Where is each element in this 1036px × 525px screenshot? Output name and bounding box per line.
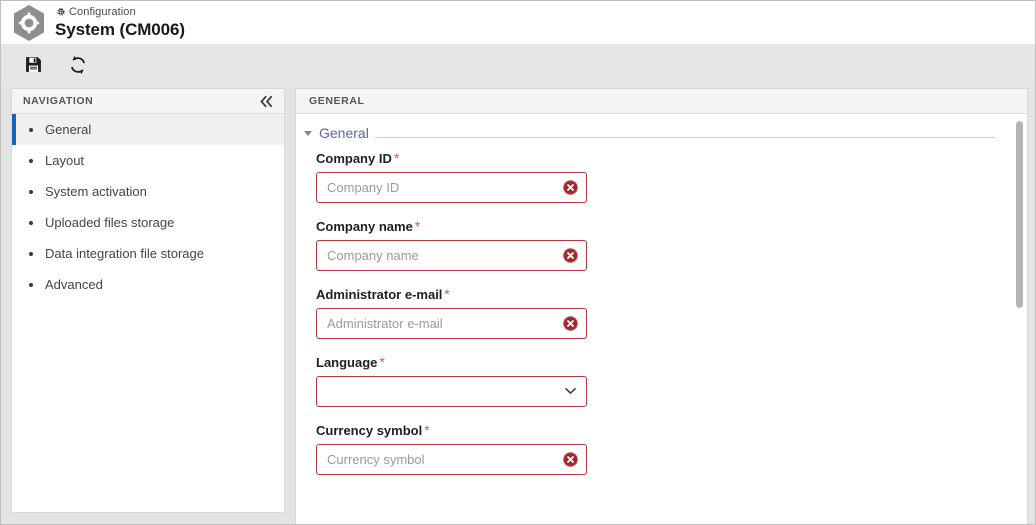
sidebar-item-label: Layout bbox=[45, 153, 85, 168]
breadcrumb-label: Configuration bbox=[69, 6, 136, 18]
gear-icon bbox=[55, 7, 66, 18]
field-control-currency-symbol bbox=[316, 444, 587, 475]
sidebar-item-advanced[interactable]: Advanced bbox=[12, 269, 284, 300]
error-circle-x-icon[interactable] bbox=[563, 180, 578, 195]
administrator-email-input[interactable] bbox=[316, 308, 587, 339]
field-group-language: Language * bbox=[316, 354, 1027, 407]
content-panel: GENERAL General Company ID * Company ID … bbox=[295, 88, 1028, 524]
sidebar-item-data-integration-file-storage[interactable]: Data integration file storage bbox=[12, 238, 284, 269]
navigation-header: NAVIGATION bbox=[12, 89, 284, 114]
sidebar-item-label: Data integration file storage bbox=[45, 246, 204, 261]
field-control-administrator-email bbox=[316, 308, 587, 339]
content-scrollbar-thumb[interactable] bbox=[1016, 121, 1023, 308]
field-control-company-name bbox=[316, 240, 587, 271]
sidebar-item-general[interactable]: General bbox=[12, 114, 284, 145]
bullet-icon bbox=[29, 189, 33, 194]
hexagon-gear-icon bbox=[12, 4, 46, 42]
required-indicator: * bbox=[414, 218, 421, 234]
caret-down-icon[interactable] bbox=[304, 130, 312, 136]
breadcrumb: Configuration bbox=[55, 7, 185, 18]
field-group-currency-symbol: Currency symbol * bbox=[316, 422, 1027, 475]
field-label-language: Language * bbox=[316, 354, 1027, 370]
error-circle-x-icon[interactable] bbox=[563, 452, 578, 467]
navigation-panel: NAVIGATION General Layout System activat… bbox=[11, 88, 285, 513]
required-indicator: * bbox=[379, 354, 385, 370]
section-header-general: General bbox=[296, 114, 995, 141]
general-form: Company ID * Company ID Company name * C… bbox=[296, 141, 1027, 475]
section-divider bbox=[374, 137, 995, 138]
content-header-title: GENERAL bbox=[309, 95, 365, 107]
sidebar-item-label: Uploaded files storage bbox=[45, 215, 175, 230]
company-name-input[interactable] bbox=[316, 240, 587, 271]
content-body: General Company ID * Company ID Company … bbox=[296, 114, 1027, 524]
bullet-icon bbox=[29, 127, 33, 132]
bullet-icon bbox=[29, 251, 33, 256]
title-text-block: Configuration System (CM006) bbox=[55, 7, 185, 39]
sidebar-item-system-activation[interactable]: System activation bbox=[12, 176, 284, 207]
floppy-disk-save-icon bbox=[24, 55, 43, 74]
field-label-text: Currency symbol bbox=[316, 423, 423, 438]
toolbar bbox=[1, 44, 1035, 85]
error-circle-x-icon[interactable] bbox=[563, 248, 578, 263]
company-id-input[interactable] bbox=[316, 172, 587, 203]
field-label-text: Company name bbox=[316, 219, 413, 234]
bullet-icon bbox=[29, 158, 33, 163]
refresh-sync-icon bbox=[67, 54, 89, 76]
field-label-text: Language bbox=[316, 355, 378, 370]
field-group-company-name: Company name * bbox=[316, 218, 1027, 271]
field-label-company-id: Company ID * bbox=[316, 150, 1027, 166]
field-group-administrator-email: Administrator e-mail * bbox=[316, 286, 1027, 339]
page-title: System (CM006) bbox=[55, 20, 185, 39]
navigation-header-title: NAVIGATION bbox=[23, 95, 94, 107]
currency-symbol-input[interactable] bbox=[316, 444, 587, 475]
field-label-text: Company ID bbox=[316, 151, 392, 166]
field-group-company-id: Company ID * bbox=[316, 150, 1027, 203]
save-button[interactable] bbox=[17, 50, 49, 80]
field-label-currency-symbol: Currency symbol * bbox=[316, 422, 1027, 438]
field-label-text: Administrator e-mail bbox=[316, 287, 443, 302]
sidebar-item-uploaded-files-storage[interactable]: Uploaded files storage bbox=[12, 207, 284, 238]
content-header: GENERAL bbox=[296, 89, 1027, 114]
required-indicator: * bbox=[393, 150, 400, 166]
field-label-company-name: Company name * bbox=[316, 218, 1027, 234]
content-scrollbar-track[interactable] bbox=[1015, 115, 1024, 524]
field-control-company-id bbox=[316, 172, 587, 203]
refresh-button[interactable] bbox=[62, 50, 94, 80]
bullet-icon bbox=[29, 282, 33, 287]
bullet-icon bbox=[29, 220, 33, 225]
sidebar-item-layout[interactable]: Layout bbox=[12, 145, 284, 176]
field-control-language bbox=[316, 376, 587, 407]
double-chevron-left-icon[interactable] bbox=[256, 91, 276, 111]
field-label-administrator-email: Administrator e-mail * bbox=[316, 286, 1027, 302]
language-select[interactable] bbox=[316, 376, 587, 407]
title-bar: Configuration System (CM006) bbox=[1, 1, 1035, 44]
section-toggle-link[interactable]: General bbox=[319, 125, 369, 141]
application-window: Configuration System (CM006) NAVIGATION … bbox=[0, 0, 1036, 525]
required-indicator: * bbox=[444, 286, 450, 302]
navigation-list: General Layout System activation Uploade… bbox=[12, 114, 284, 300]
sidebar-item-label: Advanced bbox=[45, 277, 103, 292]
error-circle-x-icon[interactable] bbox=[563, 316, 578, 331]
sidebar-item-label: General bbox=[45, 122, 92, 137]
required-indicator: * bbox=[424, 422, 430, 438]
sidebar-item-label: System activation bbox=[45, 184, 147, 199]
